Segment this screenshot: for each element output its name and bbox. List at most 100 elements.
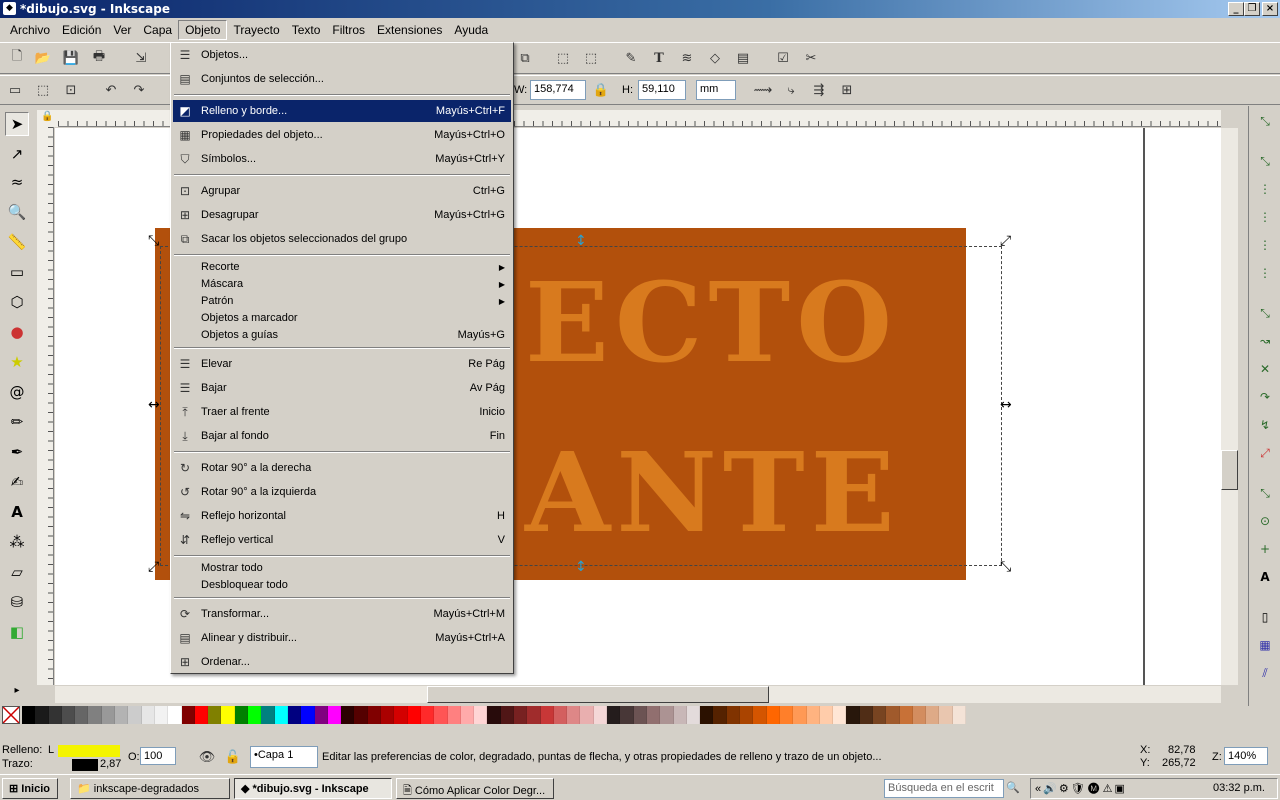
preferences-icon[interactable]: ☑ xyxy=(772,47,794,69)
snap-others-icon[interactable]: ⤡ xyxy=(1254,482,1276,504)
menu-traer-al-frente[interactable]: ⤒ Traer al frente Inicio xyxy=(173,401,511,423)
palette-swatch[interactable] xyxy=(88,706,102,724)
rectangle-tool-icon[interactable]: ▭ xyxy=(5,260,29,284)
stroke-indicator[interactable] xyxy=(72,759,98,771)
palette-swatch[interactable] xyxy=(753,706,767,724)
menu-elevar[interactable]: ☰ Elevar Re Pág xyxy=(173,353,511,375)
palette-swatch[interactable] xyxy=(567,706,581,724)
menu-agrupar[interactable]: ⊡ Agrupar Ctrl+G xyxy=(173,180,511,202)
taskbar-inkscape[interactable]: ◆ *dibujo.svg - Inkscape xyxy=(234,778,392,799)
palette-swatch[interactable] xyxy=(301,706,315,724)
selector-tool-icon[interactable]: ➤ xyxy=(5,112,29,136)
palette-swatch[interactable] xyxy=(540,706,554,724)
palette-swatch[interactable] xyxy=(939,706,953,724)
palette-swatch[interactable] xyxy=(128,706,142,724)
spray-tool-icon[interactable]: ⁂ xyxy=(5,530,29,554)
menu-objetos-a-marcador[interactable]: Objetos a marcador xyxy=(173,309,511,327)
palette-swatch[interactable] xyxy=(593,706,608,724)
opacity-input[interactable]: 100 xyxy=(140,747,176,765)
3dbox-tool-icon[interactable]: ⬡ xyxy=(5,290,29,314)
menu-objeto[interactable]: Objeto xyxy=(178,20,228,40)
scale-handle-sw[interactable]: ⤢ xyxy=(148,560,159,574)
menu-trayecto[interactable]: Trayecto xyxy=(227,21,285,39)
palette-swatch[interactable] xyxy=(819,706,834,724)
palette-swatch[interactable] xyxy=(314,706,328,724)
unit-select[interactable]: mm xyxy=(696,80,736,100)
no-paint-swatch[interactable] xyxy=(2,706,20,724)
palette-swatch[interactable] xyxy=(726,706,741,724)
maximize-button[interactable]: ❐ xyxy=(1244,2,1260,16)
menu-bajar-al-fondo[interactable]: ⤓ Bajar al fondo Fin xyxy=(173,425,511,447)
menu-archivo[interactable]: Archivo xyxy=(4,21,56,39)
visibility-eye-icon[interactable]: 👁 xyxy=(196,746,218,768)
tweak-tool-icon[interactable]: ≈ xyxy=(5,170,29,194)
palette-swatch[interactable] xyxy=(474,706,488,724)
palette-swatch[interactable] xyxy=(154,706,169,724)
snap-grid-icon[interactable]: ▦ xyxy=(1254,634,1276,656)
palette-swatch[interactable] xyxy=(620,706,634,724)
palette-swatch[interactable] xyxy=(460,706,475,724)
palette-swatch[interactable] xyxy=(873,706,887,724)
palette-swatch[interactable] xyxy=(274,706,288,724)
snap-nodes-icon[interactable]: ⤡ xyxy=(1254,302,1276,324)
scale-handle-nw[interactable]: ⤡ xyxy=(148,234,159,248)
menu-capa[interactable]: Capa xyxy=(137,21,178,39)
palette-swatch[interactable] xyxy=(700,706,714,724)
xml-editor-icon[interactable]: ◇ xyxy=(704,47,726,69)
palette-swatch[interactable] xyxy=(500,706,514,724)
snap-paths-icon[interactable]: ↝ xyxy=(1254,330,1276,352)
palette-swatch[interactable] xyxy=(61,706,76,724)
palette-swatch[interactable] xyxy=(886,706,900,724)
menu-rotar-derecha[interactable]: ↻ Rotar 90° a la derecha xyxy=(173,457,511,479)
palette-swatch[interactable] xyxy=(181,706,195,724)
measure-tool-icon[interactable]: 📏 xyxy=(5,230,29,254)
palette-swatch[interactable] xyxy=(381,706,395,724)
scale-handle-se[interactable]: ⤡ xyxy=(1000,560,1011,574)
taskbar-word[interactable]: 🗎 Cómo Aplicar Color Degr... xyxy=(396,778,554,799)
palette-swatch[interactable] xyxy=(354,706,368,724)
lock-guides-icon[interactable]: 🔒 xyxy=(41,111,53,122)
palette-swatch[interactable] xyxy=(660,706,674,724)
palette-swatch[interactable] xyxy=(487,706,501,724)
palette-swatch[interactable] xyxy=(553,706,568,724)
fill-indicator[interactable] xyxy=(58,745,120,757)
move-gradients-icon[interactable]: ⇶ xyxy=(808,79,830,101)
menu-mascara[interactable]: Máscara ▶ xyxy=(173,275,511,293)
palette-swatch[interactable] xyxy=(261,706,275,724)
menu-filtros[interactable]: Filtros xyxy=(326,21,371,39)
palette-swatch[interactable] xyxy=(580,706,594,724)
palette-swatch[interactable] xyxy=(859,706,873,724)
palette-swatch[interactable] xyxy=(713,706,727,724)
palette-swatch[interactable] xyxy=(367,706,382,724)
snap-intersections-icon[interactable]: ✕ xyxy=(1254,358,1276,380)
menu-mostrar-todo[interactable]: Mostrar todo xyxy=(173,559,511,577)
tray-icons[interactable]: «🔊⚙🛡Ⓜ⚠▣ xyxy=(1035,782,1127,795)
toolbox-more-icon[interactable]: ▸ xyxy=(5,678,29,702)
minimize-button[interactable]: _ xyxy=(1228,2,1244,16)
save-icon[interactable]: 💾 xyxy=(60,47,82,69)
fill-stroke-dialog-icon[interactable]: ✎ xyxy=(620,47,642,69)
pen-tool-icon[interactable]: ✒ xyxy=(5,440,29,464)
close-button[interactable]: × xyxy=(1262,2,1278,16)
layers-dialog-icon[interactable]: ≋ xyxy=(676,47,698,69)
snap-guides-icon[interactable]: ⫽ xyxy=(1254,662,1276,684)
snap-centers-icon[interactable]: ⊙ xyxy=(1254,510,1276,532)
select-all-layers-icon[interactable]: ⬚ xyxy=(32,79,54,101)
scale-handle-ne[interactable]: ⤢ xyxy=(1000,234,1011,248)
menu-conjuntos-seleccion[interactable]: ▤ Conjuntos de selección... xyxy=(173,68,511,90)
vertical-scroll-thumb[interactable] xyxy=(1221,450,1238,490)
height-input[interactable]: 59,110 xyxy=(638,80,686,100)
menu-simbolos[interactable]: ⛉ Símbolos... Mayús+Ctrl+Y xyxy=(173,148,511,170)
palette-swatch[interactable] xyxy=(434,706,448,724)
palette-swatch[interactable] xyxy=(194,706,209,724)
palette-swatch[interactable] xyxy=(101,706,116,724)
vertical-scrollbar[interactable] xyxy=(1221,128,1238,685)
gradient-handle-bottom[interactable]: ↕ xyxy=(575,560,587,574)
palette-swatch[interactable] xyxy=(115,706,129,724)
palette-swatch[interactable] xyxy=(607,706,621,724)
import-icon[interactable]: ⇲ xyxy=(130,47,152,69)
star-tool-icon[interactable]: ★ xyxy=(5,350,29,374)
move-patterns-icon[interactable]: ⊞ xyxy=(836,79,858,101)
palette-swatch[interactable] xyxy=(221,706,235,724)
snap-smooth-icon[interactable]: ↯ xyxy=(1254,414,1276,436)
